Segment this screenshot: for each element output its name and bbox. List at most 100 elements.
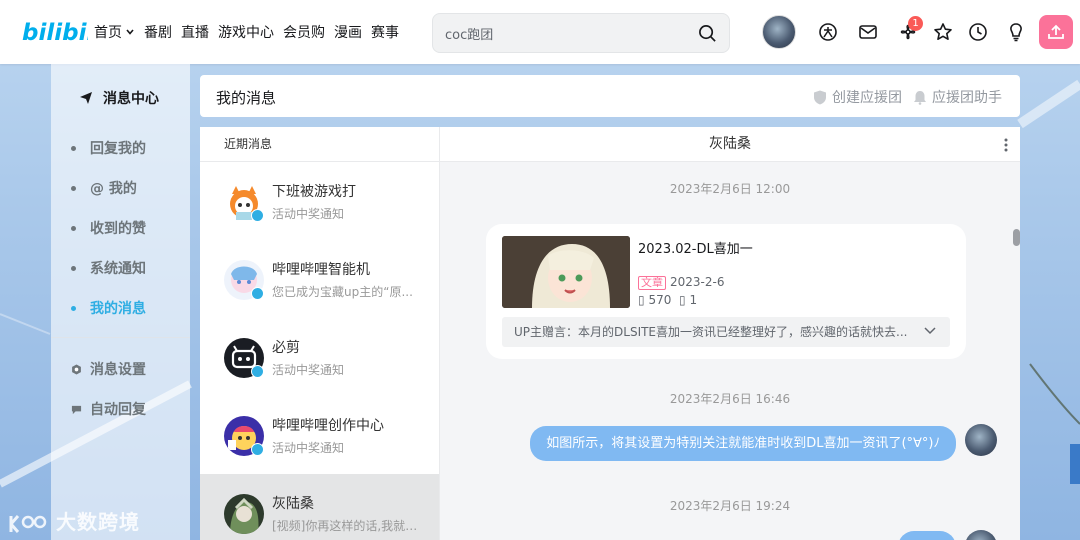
- bullet-icon: [71, 225, 76, 231]
- gear-icon: [72, 363, 81, 375]
- article-type-badge: 文章: [638, 276, 666, 290]
- chevron-down-icon[interactable]: [924, 327, 936, 335]
- message-center-sidebar: 消息中心 回复我的 @ 我的 收到的赞 系统通知 我的消息 消息设置 自动回复: [51, 64, 190, 540]
- sidebar-item-mentions[interactable]: @ 我的: [71, 178, 137, 198]
- sidebar-item-label: @ 我的: [90, 181, 137, 197]
- bullet-icon: [71, 185, 76, 191]
- sidebar-item-my-messages[interactable]: 我的消息: [71, 298, 146, 318]
- nav-game-center[interactable]: 游戏中心: [218, 22, 274, 42]
- sidebar-item-auto-reply[interactable]: 自动回复: [71, 399, 146, 419]
- outgoing-message: [898, 531, 956, 540]
- conversation-list-header: 近期消息: [200, 127, 439, 162]
- sidebar-item-replies[interactable]: 回复我的: [71, 138, 146, 158]
- author-note[interactable]: UP主赠言：本月的DLSITE喜加一资讯已经整理好了，感兴趣的话就快去...: [502, 317, 950, 347]
- author-note-text: UP主赠言：本月的DLSITE喜加一资讯已经整理好了，感兴趣的话就快去...: [514, 325, 908, 339]
- conversation-name: 哔哩哔哩创作中心: [272, 418, 384, 434]
- likes-stat: ▯ 1: [679, 293, 697, 307]
- conversation-name: 灰陆桑: [272, 496, 314, 512]
- my-messages-header: 我的消息 创建应援团 应援团助手: [200, 75, 1020, 117]
- sidebar-item-system[interactable]: 系统通知: [71, 258, 146, 278]
- bilibili-logo[interactable]: bilibili: [22, 16, 103, 46]
- nav-esports[interactable]: 赛事: [371, 22, 399, 42]
- top-navigation-bar: bilibili 首页 番剧 直播 游戏中心 会员购 漫画 赛事 1: [0, 0, 1080, 64]
- search-icon[interactable]: [698, 24, 717, 43]
- conversation-preview: 活动中奖通知: [272, 441, 345, 455]
- watermark-text: 大数跨境: [55, 510, 140, 534]
- more-options-icon[interactable]: [1004, 138, 1008, 152]
- message-timestamp: 2023年2月6日 19:24: [669, 499, 791, 513]
- avatar: [965, 424, 997, 456]
- sidebar-item-label: 收到的赞: [90, 221, 146, 237]
- big-member-icon[interactable]: [818, 22, 838, 42]
- fan-group-assistant-button[interactable]: 应援团助手: [913, 87, 1002, 107]
- sidebar-item-label: 我的消息: [90, 301, 146, 317]
- likes-icon: ▯: [679, 293, 686, 307]
- verified-icon: [251, 209, 264, 222]
- nav-mall[interactable]: 会员购: [283, 22, 325, 42]
- sidebar-item-label: 自动回复: [90, 402, 146, 418]
- conversation-preview: 您已成为宝藏up主的“原...: [272, 285, 413, 299]
- shield-icon: [814, 90, 826, 104]
- message-timestamp: 2023年2月6日 16:46: [669, 392, 791, 406]
- verified-icon: [251, 365, 264, 378]
- avatar: [224, 494, 264, 534]
- chevron-down-icon: [126, 29, 134, 35]
- chat-panel: 灰陆桑 2023年2月6日 12:00 2023.02-DL喜加一 文章 202…: [440, 127, 1020, 540]
- history-icon[interactable]: [968, 22, 988, 42]
- conversation-item[interactable]: 哔哩哔哩创作中心 活动中奖通知: [200, 396, 439, 474]
- views-count: 570: [648, 293, 672, 307]
- search-input[interactable]: [445, 23, 685, 43]
- conversation-preview: [视频]你再这样的话,我就要...: [272, 519, 422, 533]
- user-avatar[interactable]: [762, 15, 796, 49]
- article-date: 2023-2-6: [670, 275, 725, 289]
- search-box: [432, 13, 730, 53]
- message-timestamp: 2023年2月6日 12:00: [669, 182, 791, 196]
- shared-article-card[interactable]: 2023.02-DL喜加一 文章 2023-2-6 ▯ 570 ▯ 1 UP主赠…: [486, 224, 966, 359]
- create-fan-group-button[interactable]: 创建应援团: [813, 87, 902, 107]
- watermark: 大数跨境: [8, 506, 140, 536]
- bullet-icon: [71, 265, 76, 271]
- verified-icon: [251, 443, 264, 456]
- chat-scrollbar[interactable]: [1013, 229, 1020, 246]
- create-fan-group-label: 创建应援团: [832, 90, 902, 106]
- conversation-name: 下班被游戏打: [272, 184, 356, 200]
- upload-icon: [1048, 24, 1064, 39]
- conversation-preview: 活动中奖通知: [272, 207, 345, 221]
- bell-icon: [914, 90, 926, 105]
- verified-icon: [251, 287, 264, 300]
- views-icon: ▯: [638, 293, 645, 307]
- sidebar-item-likes[interactable]: 收到的赞: [71, 218, 146, 238]
- upload-button[interactable]: [1039, 15, 1073, 49]
- sidebar-item-label: 消息设置: [90, 362, 146, 378]
- bullet-icon: [71, 305, 76, 311]
- page-title: 我的消息: [216, 89, 277, 107]
- conversation-item-selected[interactable]: 灰陆桑 [视频]你再这样的话,我就要...: [200, 474, 439, 540]
- article-title: 2023.02-DL喜加一: [638, 242, 753, 257]
- article-thumbnail: [502, 236, 630, 308]
- nav-home[interactable]: 首页: [94, 22, 135, 42]
- favorite-icon[interactable]: [933, 22, 953, 42]
- likes-count: 1: [689, 293, 698, 307]
- nav-anime[interactable]: 番剧: [144, 22, 172, 42]
- chat-header: 灰陆桑: [440, 127, 1020, 162]
- sidebar-title-text: 消息中心: [103, 91, 159, 107]
- conversation-item[interactable]: 必剪 活动中奖通知: [200, 318, 439, 396]
- outgoing-message: 如图所示，将其设置为特别关注就能准时收到DL喜加一资讯了(°∀°)ﾉ: [530, 426, 956, 461]
- nav-manga[interactable]: 漫画: [334, 22, 362, 42]
- sidebar-item-message-settings[interactable]: 消息设置: [71, 359, 146, 379]
- chat-title: 灰陆桑: [709, 136, 751, 152]
- message-icon[interactable]: [858, 22, 878, 42]
- sidebar-item-label: 回复我的: [90, 141, 146, 157]
- conversation-list: 近期消息 下班被游戏打 活动中奖通知 哔哩哔哩智能机 您已成为宝藏up主的“原.…: [200, 127, 440, 540]
- bullet-icon: [71, 145, 76, 151]
- views-stat: ▯ 570: [638, 293, 671, 307]
- main-nav: 首页 番剧 直播 游戏中心 会员购 漫画 赛事: [94, 0, 408, 64]
- conversation-item[interactable]: 哔哩哔哩智能机 您已成为宝藏up主的“原...: [200, 240, 439, 318]
- conversation-item[interactable]: 下班被游戏打 活动中奖通知: [200, 162, 439, 240]
- fan-group-assistant-label: 应援团助手: [932, 90, 1002, 106]
- conversation-preview: 活动中奖通知: [272, 363, 345, 377]
- chat-bubble-icon: [71, 405, 82, 414]
- creation-icon[interactable]: [1006, 22, 1026, 42]
- svg-text:bilibili: bilibili: [22, 20, 88, 46]
- nav-live[interactable]: 直播: [181, 22, 209, 42]
